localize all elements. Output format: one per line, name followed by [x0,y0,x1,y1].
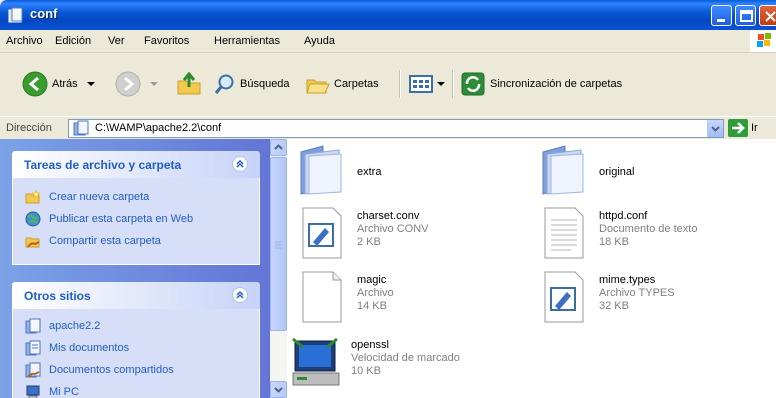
back-button[interactable]: Atrás [22,66,96,102]
file-folder-tasks-panel: Tareas de archivo y carpeta Crear nueva … [12,151,260,265]
file-item-httpd-conf[interactable]: httpd.conf Documento de texto 18 KB [537,206,767,266]
views-button[interactable] [409,66,446,102]
toolbar-separator [399,70,401,98]
other-places-panel: Otros sitios apache2.2 Mis documentos Do… [12,282,260,398]
folder-sync-button[interactable]: Sincronización de carpetas [460,66,622,102]
menu-edicion[interactable]: Edición [55,35,91,47]
blank-file-icon [302,271,342,323]
menu-ver[interactable]: Ver [108,35,125,47]
maximize-icon [740,10,753,22]
dropdown-arrow-icon [150,82,158,86]
folder-icon [8,7,23,23]
scroll-thumb[interactable] [270,157,287,331]
collapse-button[interactable] [232,287,248,303]
address-label: Dirección [6,122,52,134]
share-folder-icon [25,237,40,248]
windows-logo [750,30,776,52]
file-list: extra original charset.conv Archivo CONV… [287,139,776,398]
place-my-documents[interactable]: Mis documentos [25,339,129,357]
dropdown-arrow-icon [86,82,95,86]
task-pane: Tareas de archivo y carpeta Crear nueva … [0,139,271,398]
go-arrow-icon [728,119,748,137]
panel-title: Otros sitios [24,289,91,303]
window-title: conf [30,6,58,21]
file-item-openssl[interactable]: openssl Velocidad de marcado 10 KB [289,335,519,395]
go-button[interactable]: Ir [728,119,776,137]
toolbar-separator [452,70,454,98]
address-bar: Dirección C:\WAMP\apache2.2\conf Ir [0,116,776,140]
close-icon [765,11,776,22]
menu-herramientas[interactable]: Herramientas [214,35,280,47]
up-folder-icon [177,71,201,95]
forward-arrow-icon [115,71,141,97]
title-bar[interactable]: conf [0,0,776,30]
publish-web-icon [25,211,41,227]
task-pane-scrollbar[interactable] [270,139,287,398]
chevron-down-icon [274,387,283,393]
file-item-magic[interactable]: magic Archivo 14 KB [295,270,525,330]
up-folder-button[interactable] [176,66,202,102]
task-share-folder[interactable]: Compartir esta carpeta [25,232,161,250]
panel-body: Crear nueva carpeta Publicar esta carpet… [12,178,260,265]
minimize-button[interactable] [711,5,732,26]
task-new-folder[interactable]: Crear nueva carpeta [25,188,149,206]
forward-button[interactable] [115,66,159,102]
views-icon [409,75,433,93]
menu-archivo[interactable]: Archivo [6,35,43,47]
scroll-down-button[interactable] [270,381,287,398]
document-icon [544,207,584,259]
search-button[interactable]: Búsqueda [214,66,290,102]
file-item-extra[interactable]: extra [295,142,525,202]
address-path: C:\WAMP\apache2.2\conf [95,122,222,134]
sync-icon [461,72,485,96]
folders-button[interactable]: Carpetas [306,66,379,102]
panel-body: apache2.2 Mis documentos Documentos comp… [12,309,260,398]
address-input[interactable]: C:\WAMP\apache2.2\conf [68,119,724,138]
folder-icon [25,318,41,334]
panel-title: Tareas de archivo y carpeta [24,158,182,172]
place-shared-documents[interactable]: Documentos compartidos [25,361,174,379]
modem-icon [292,337,340,386]
menu-favoritos[interactable]: Favoritos [144,35,189,47]
folder-icon [542,145,584,195]
collapse-chevron-icon [236,159,244,168]
folder-icon [73,120,89,136]
file-item-original[interactable]: original [537,142,767,202]
file-item-charset-conv[interactable]: charset.conv Archivo CONV 2 KB [295,206,525,266]
panel-header[interactable]: Tareas de archivo y carpeta [12,151,260,178]
chevron-down-icon [711,126,720,132]
windows-flag-icon [757,33,771,47]
search-icon [214,74,234,94]
close-button[interactable] [759,5,776,26]
minimize-icon [717,19,725,22]
new-folder-icon [25,189,41,204]
collapse-button[interactable] [232,156,248,172]
text-file-icon [302,207,342,259]
chevron-up-icon [274,144,283,150]
toolbar: Atrás Búsqueda Carpetas Sincronización d… [0,53,776,116]
task-publish-web[interactable]: Publicar esta carpeta en Web [25,210,193,228]
my-computer-icon [26,385,40,398]
menu-bar: Archivo Edición Ver Favoritos Herramient… [0,30,776,53]
scroll-up-button[interactable] [270,139,287,156]
shared-documents-icon [25,362,41,378]
place-apache[interactable]: apache2.2 [25,317,100,335]
folder-icon [300,145,342,195]
dropdown-arrow-icon [437,82,445,86]
file-item-mime-types[interactable]: mime.types Archivo TYPES 32 KB [537,270,767,330]
my-documents-icon [25,340,41,356]
menu-ayuda[interactable]: Ayuda [304,35,335,47]
text-file-icon [544,271,584,323]
place-my-computer[interactable]: Mi PC [25,383,79,398]
maximize-button[interactable] [735,5,756,26]
address-dropdown-button[interactable] [707,120,723,137]
explorer-window: conf Archivo Edición Ver Favoritos Herra… [0,0,776,398]
back-arrow-icon [22,71,48,97]
grip-icon [275,241,282,249]
collapse-chevron-icon [236,290,244,299]
folders-icon [306,79,330,94]
panel-header[interactable]: Otros sitios [12,282,260,309]
